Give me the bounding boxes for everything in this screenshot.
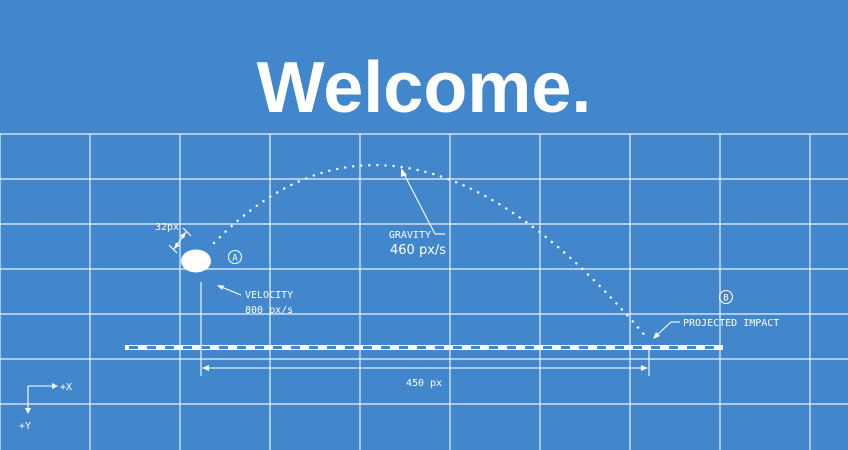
gravity-label: GRAVITY xyxy=(389,230,431,241)
diameter-label: 32px xyxy=(155,222,179,233)
y-axis-label: +Y xyxy=(19,421,31,432)
svg-text:A: A xyxy=(232,254,238,264)
velocity-label: VELOCITY xyxy=(245,290,293,301)
impact-label: PROJECTED IMPACT xyxy=(683,318,779,329)
velocity-value: 800 px/s xyxy=(245,305,293,316)
ball xyxy=(181,249,211,273)
page-title: Welcome. xyxy=(256,48,592,128)
x-axis-label: +X xyxy=(60,382,72,393)
svg-text:B: B xyxy=(723,294,728,304)
distance-label: 450 px xyxy=(406,378,442,389)
blueprint-canvas: 32px A B VELOCITY 800 px/s GRAVITY 460 p… xyxy=(0,0,848,450)
gravity-value: 460 px/s xyxy=(390,243,446,258)
